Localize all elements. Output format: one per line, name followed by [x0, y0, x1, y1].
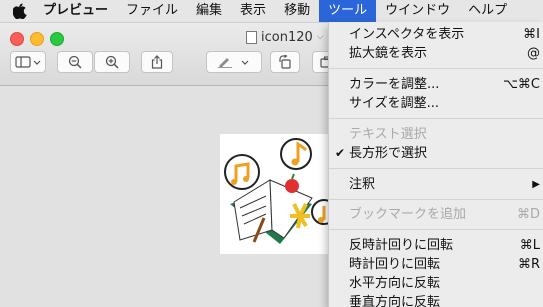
menu-item-show-inspector[interactable]: インスペクタを表示 ⌘I: [329, 25, 543, 44]
menu-separator: [329, 199, 543, 200]
menu-edit[interactable]: 編集: [187, 0, 231, 22]
close-window-button[interactable]: [10, 32, 24, 46]
sidebar-icon: [15, 56, 41, 68]
menu-bar: プレビュー ファイル 編集 表示 移動 ツール ウインドウ ヘルプ: [0, 0, 543, 23]
menu-item-text-selection: テキスト選択: [349, 127, 427, 142]
apple-menu-icon[interactable]: [6, 3, 34, 19]
document-title[interactable]: icon120 ⌵: [246, 28, 324, 46]
preview-window: icon120 ⌵: [0, 23, 342, 307]
menu-item-flip-vertical[interactable]: 垂直方向に反転: [329, 293, 543, 307]
menu-go[interactable]: 移動: [275, 0, 319, 22]
zoom-in-icon: [105, 55, 119, 69]
menu-window[interactable]: ウインドウ: [376, 0, 459, 22]
sidebar-toggle-button[interactable]: [10, 51, 46, 73]
document-image: [220, 134, 337, 254]
document-icon: [246, 30, 257, 44]
menu-help[interactable]: ヘルプ: [459, 0, 516, 22]
tools-menu: インスペクタを表示 ⌘I 拡大鏡を表示 @ カラーを調整... ⌥⌘C サイズを…: [328, 22, 543, 307]
submenu-arrow-icon: ▶: [532, 179, 540, 190]
pen-icon: [218, 58, 249, 68]
zoom-out-button[interactable]: [57, 51, 93, 73]
markup-toolbar-button[interactable]: [206, 51, 262, 73]
music-notebook-image: [224, 138, 337, 244]
menu-separator: [329, 229, 543, 230]
menu-item-add-bookmark: ブックマークを追加 ⌘D: [349, 207, 540, 222]
menu-item-adjust-size[interactable]: サイズを調整...: [329, 94, 543, 113]
menu-item-rotate-left[interactable]: 反時計回りに回転 ⌘L: [329, 236, 543, 255]
chevron-down-icon: ⌵: [316, 32, 324, 42]
zoom-in-button[interactable]: [94, 51, 130, 73]
rotate-button[interactable]: [270, 51, 300, 73]
zoom-out-icon: [68, 55, 82, 69]
document-title-text: icon120: [261, 29, 313, 45]
menu-separator: [329, 168, 543, 169]
menu-preview[interactable]: プレビュー: [34, 0, 117, 22]
menu-item-rotate-right[interactable]: 時計回りに回転 ⌘R: [329, 255, 543, 274]
menu-item-flip-horizontal[interactable]: 水平方向に反転: [329, 274, 543, 293]
share-button[interactable]: [141, 51, 173, 73]
checkmark-icon: ✔: [335, 146, 346, 160]
menu-item-adjust-color[interactable]: カラーを調整... ⌥⌘C: [329, 75, 543, 94]
document-canvas[interactable]: [0, 86, 337, 307]
zoom-window-button[interactable]: [50, 32, 64, 46]
menu-separator: [329, 68, 543, 69]
share-icon: [151, 55, 163, 69]
minimize-window-button[interactable]: [30, 32, 44, 46]
menu-tools[interactable]: ツール: [319, 0, 377, 22]
menu-item-annotate[interactable]: 注釈 ▶: [329, 175, 543, 194]
title-bar: icon120 ⌵: [0, 23, 342, 86]
menu-view[interactable]: 表示: [231, 0, 275, 22]
menu-item-show-magnifier[interactable]: 拡大鏡を表示 @: [329, 44, 543, 63]
rotate-icon: [279, 55, 291, 69]
menu-separator: [329, 118, 543, 119]
menu-item-rectangular-selection[interactable]: ✔ 長方形で選択: [329, 144, 543, 163]
menu-file[interactable]: ファイル: [117, 0, 187, 22]
